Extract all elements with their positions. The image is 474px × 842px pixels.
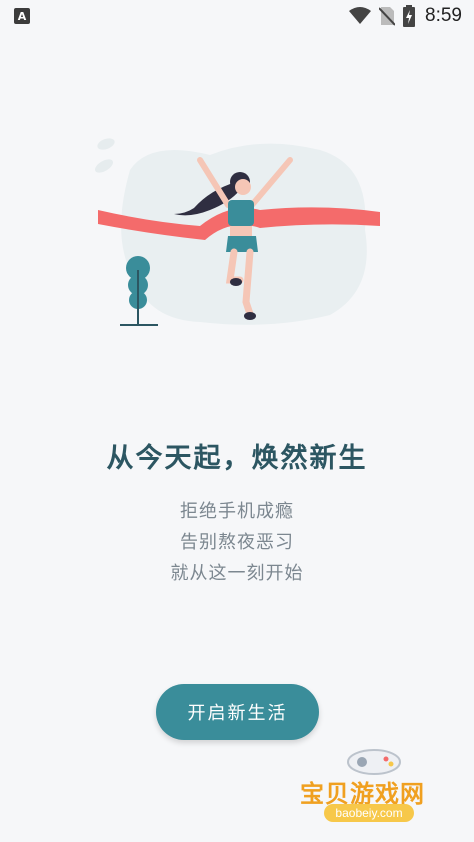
subtitle-line: 告别熬夜恶习: [180, 532, 294, 553]
battery-charging-icon: [403, 5, 416, 27]
leaf-shape: [94, 159, 114, 173]
leaf-shape: [97, 138, 115, 150]
no-sim-icon: [379, 7, 396, 26]
app-notification-icon: A: [14, 8, 30, 24]
start-new-life-button[interactable]: 开启新生活: [156, 684, 319, 740]
watermark-url: baobeiy.com: [324, 804, 414, 822]
finish-line-runner-illustration: [94, 138, 380, 326]
wifi-icon: [349, 7, 372, 24]
gamepad-icon: [347, 749, 401, 775]
status-bar: A 8:59: [0, 0, 474, 32]
clock: 8:59: [425, 5, 462, 26]
subtitle-line: 拒绝手机成瘾: [180, 501, 294, 522]
page-title: 从今天起，焕然新生: [106, 443, 368, 474]
subtitle-line: 就从这一刻开始: [170, 563, 304, 584]
status-icons: 8:59: [349, 4, 462, 28]
watermark-logo: 宝贝游戏网 baobeiy.com: [296, 744, 466, 834]
